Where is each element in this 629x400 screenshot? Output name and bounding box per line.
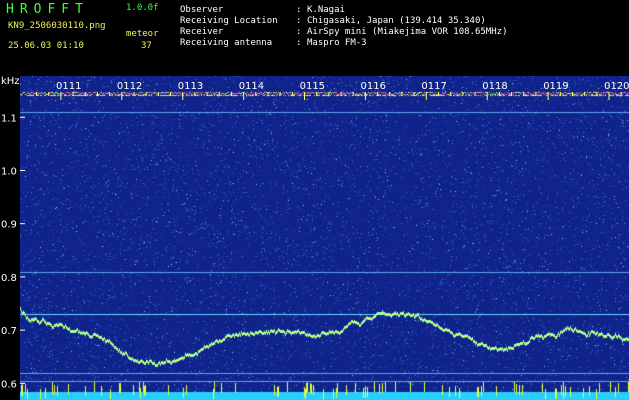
x-tick-label: 0119 xyxy=(543,81,568,92)
x-tick-label: 0120 xyxy=(604,81,629,92)
location-colon: : xyxy=(296,16,302,26)
y-tick-label: 0.6 xyxy=(1,379,17,390)
y-axis: kHz 1.1 1.0 0.9 0.8 0.7 0.6 xyxy=(1,76,25,390)
antenna-colon: : xyxy=(296,38,302,48)
file-datetime: 25.06.03 01:10 xyxy=(8,41,84,51)
x-tick-label: 0116 xyxy=(361,81,386,92)
x-tick-label: 0113 xyxy=(178,81,203,92)
receiver-label: Receiver xyxy=(180,27,224,37)
x-tick-label: 0115 xyxy=(300,81,325,92)
app-title: HROFFT xyxy=(6,2,89,17)
x-tick-label: 0114 xyxy=(239,81,264,92)
x-tick-label: 0117 xyxy=(421,81,446,92)
observer-label: Observer xyxy=(180,5,224,15)
antenna-label: Receiving antenna xyxy=(180,38,273,48)
x-axis: 0111 0112 0113 0114 0115 0116 0117 0118 0119 0120 xyxy=(36,81,629,100)
y-axis-unit: kHz xyxy=(1,76,20,87)
receiver-colon: : xyxy=(296,27,302,37)
y-tick-label: 0.8 xyxy=(1,273,17,284)
spectrogram-panel: kHz 1.1 1.0 0.9 0.8 0.7 0.6 0111 0112 0113 0114 01… xyxy=(0,76,629,400)
spectrogram-axes: kHz1.11.00.90.80.70.6 0111 0112 0113 0114 01… xyxy=(1,76,629,390)
y-tick-label: 0.7 xyxy=(1,326,17,337)
antenna-value: Maspro FM-3 xyxy=(307,38,367,48)
observer-colon: : xyxy=(296,5,302,15)
x-tick-label: 0112 xyxy=(117,81,142,92)
x-tick-label: 0118 xyxy=(482,81,507,92)
observer-value: K.Nagai xyxy=(307,5,345,15)
x-tick-label: 0111 xyxy=(56,81,81,92)
receiver-value: AirSpy mini (Miakejima VOR 108.65MHz) xyxy=(307,27,508,37)
location-value: Chigasaki, Japan (139.414 35.340) xyxy=(307,16,486,26)
y-tick-label: 1.1 xyxy=(1,113,17,124)
meteor-count: 37 xyxy=(141,41,152,51)
location-label: Receiving Location xyxy=(180,16,278,26)
meteor-label: meteor xyxy=(126,29,159,39)
file-name: KN9_2506030110.png xyxy=(8,21,106,31)
y-tick-label: 1.0 xyxy=(1,166,17,177)
app-version: 1.0.0f xyxy=(126,3,159,13)
y-tick-label: 0.9 xyxy=(1,220,17,231)
header-panel: HROFFT 1.0.0f KN9_2506030110.png 25.06.0… xyxy=(0,0,629,72)
